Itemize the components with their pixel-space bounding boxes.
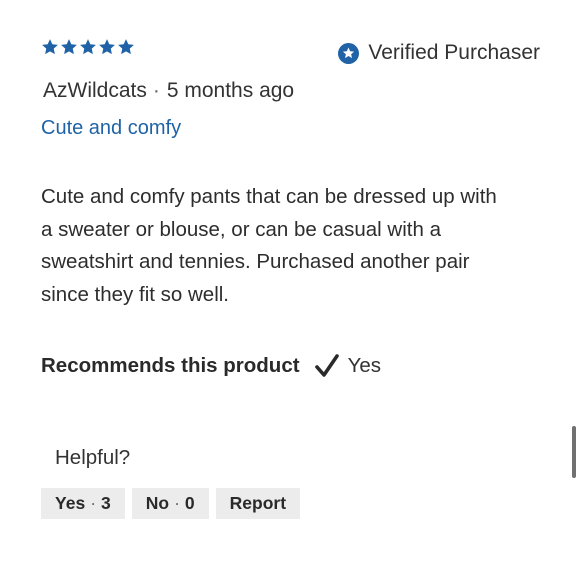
recommends-label: Recommends this product (41, 354, 300, 377)
review-meta: AzWildcats · 5 months ago (43, 79, 294, 103)
star-icon (42, 39, 58, 55)
no-separator: · (174, 493, 180, 513)
star-icon (99, 39, 115, 55)
yes-label: Yes (55, 493, 86, 513)
no-label: No (145, 493, 170, 513)
author-name: AzWildcats (43, 79, 147, 102)
verified-purchaser-label: Verified Purchaser (368, 41, 540, 64)
star-rating (41, 38, 135, 56)
helpful-label: Helpful? (55, 446, 131, 469)
no-count: 0 (184, 493, 195, 513)
star-badge-icon (338, 42, 360, 64)
review-date: 5 months ago (166, 79, 295, 102)
review-title[interactable]: Cute and comfy (41, 117, 181, 140)
verified-purchaser-badge: Verified Purchaser (338, 41, 540, 65)
recommends-row: Recommends this product Yes (41, 354, 381, 378)
yes-count: 3 (101, 493, 111, 513)
vote-buttons: Yes · 3 No · 0 Report (41, 488, 301, 519)
star-icon (80, 39, 96, 55)
checkmark-icon (300, 354, 348, 378)
meta-separator: · (152, 79, 160, 102)
helpful-no-button[interactable]: No · 0 (131, 488, 209, 519)
scrollbar-thumb[interactable] (572, 426, 576, 478)
yes-separator: · (90, 493, 97, 513)
recommends-value: Yes (347, 354, 382, 377)
helpful-yes-button[interactable]: Yes · 3 (41, 488, 125, 519)
review-body: Cute and comfy pants that can be dressed… (41, 185, 497, 306)
star-icon (118, 39, 134, 55)
star-icon (61, 39, 77, 55)
report-button[interactable]: Report (215, 488, 301, 519)
